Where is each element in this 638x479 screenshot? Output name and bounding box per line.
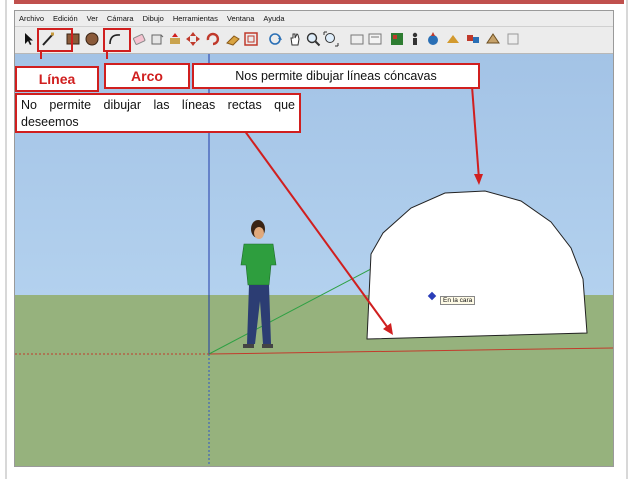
sketchup-window: Archivo Edición Ver Cámara Dibujo Herram… <box>14 10 614 467</box>
callout-concavas: Nos permite dibujar líneas cóncavas <box>192 63 480 89</box>
slide-frame-right <box>626 0 628 479</box>
concave-arc-shape <box>366 190 588 340</box>
red-axis <box>208 347 613 355</box>
callout-rectas: No permite dibujar las líneas rectas que… <box>15 93 301 133</box>
slide-frame-left <box>5 0 7 479</box>
callout-linea: Línea <box>15 66 99 92</box>
arc-tool-highlight <box>103 28 131 52</box>
tooltip-en-la-cara: En la cara <box>440 296 476 305</box>
callout-arco: Arco <box>104 63 190 89</box>
line-tool-highlight <box>37 28 73 52</box>
green-axis <box>208 258 391 355</box>
slide-accent-bar <box>14 0 624 4</box>
person-figure <box>240 220 277 348</box>
